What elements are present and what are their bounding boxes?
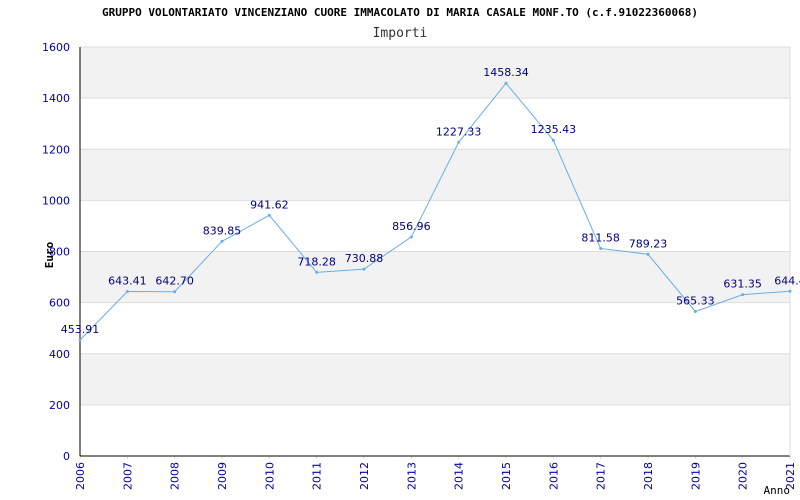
data-label: 839.85 bbox=[203, 224, 242, 237]
data-point bbox=[78, 338, 82, 342]
data-label: 643.41 bbox=[108, 275, 147, 288]
data-label: 453.91 bbox=[61, 323, 100, 336]
x-tick-label: 2016 bbox=[547, 462, 560, 490]
x-tick-label: 2020 bbox=[737, 462, 750, 490]
data-label: 644.4 bbox=[774, 274, 800, 287]
data-point bbox=[504, 81, 508, 85]
x-tick-label: 2009 bbox=[216, 462, 229, 490]
data-point bbox=[693, 309, 697, 313]
y-tick-label: 1400 bbox=[42, 92, 70, 105]
x-tick-label: 2013 bbox=[405, 462, 418, 490]
data-label: 565.33 bbox=[676, 294, 715, 307]
data-point bbox=[741, 293, 745, 297]
chart: 0 200 400 600 800 1000 1200 1400 1600 2006 2007 200… bbox=[0, 0, 800, 500]
x-tick-label: 2018 bbox=[642, 462, 655, 490]
x-tick-label: 2011 bbox=[311, 462, 324, 490]
y-axis-title: Euro bbox=[43, 241, 56, 268]
x-tick-label: 2017 bbox=[595, 462, 608, 490]
data-point bbox=[125, 290, 129, 294]
band-5 bbox=[80, 149, 790, 201]
x-tick-label: 2008 bbox=[169, 462, 182, 490]
chart-title: GRUPPO VOLONTARIATO VINCENZIANO CUORE IM… bbox=[102, 6, 698, 19]
background-bands bbox=[80, 47, 790, 405]
chart-subtitle: Importi bbox=[373, 26, 428, 41]
x-axis-title: Anno bbox=[764, 484, 791, 497]
band-7 bbox=[80, 47, 790, 99]
data-label: 642.70 bbox=[155, 275, 194, 288]
data-point bbox=[551, 138, 555, 142]
data-point bbox=[315, 270, 319, 274]
data-point bbox=[362, 267, 366, 271]
data-label: 1227.33 bbox=[436, 125, 482, 138]
data-label: 789.23 bbox=[629, 237, 668, 250]
data-point bbox=[599, 247, 603, 251]
x-tick-label: 2010 bbox=[263, 462, 276, 490]
data-point bbox=[267, 213, 271, 217]
y-tick-label: 400 bbox=[49, 348, 70, 361]
x-tick-label: 2015 bbox=[500, 462, 513, 490]
data-point bbox=[173, 290, 177, 294]
data-point bbox=[646, 252, 650, 256]
x-tick-label: 2014 bbox=[453, 462, 466, 490]
data-label: 941.62 bbox=[250, 198, 289, 211]
y-tick-label: 200 bbox=[49, 399, 70, 412]
x-tick-label: 2006 bbox=[74, 462, 87, 490]
data-point bbox=[409, 235, 413, 239]
band-1 bbox=[80, 353, 790, 405]
data-label: 1235.43 bbox=[531, 123, 577, 136]
x-tick-label: 2007 bbox=[121, 462, 134, 490]
data-label: 631.35 bbox=[723, 278, 762, 291]
x-tick-label: 2019 bbox=[689, 462, 702, 490]
data-label: 811.58 bbox=[581, 232, 620, 245]
y-tick-label: 1000 bbox=[42, 194, 70, 207]
data-label: 856.96 bbox=[392, 220, 431, 233]
line-chart: 020040060080010001200140016002006 2007 200… bbox=[42, 6, 800, 497]
y-tick-label: 1600 bbox=[42, 41, 70, 54]
y-tick-label: 1200 bbox=[42, 143, 70, 156]
y-tick-label: 0 bbox=[63, 450, 70, 463]
data-point bbox=[457, 140, 461, 144]
y-tick-label: 600 bbox=[49, 297, 70, 310]
data-label: 718.28 bbox=[297, 255, 336, 268]
data-point bbox=[220, 239, 224, 243]
data-label: 730.88 bbox=[345, 252, 384, 265]
x-tick-label: 2012 bbox=[358, 462, 371, 490]
data-label: 1458.34 bbox=[483, 66, 529, 79]
data-point bbox=[788, 289, 792, 293]
